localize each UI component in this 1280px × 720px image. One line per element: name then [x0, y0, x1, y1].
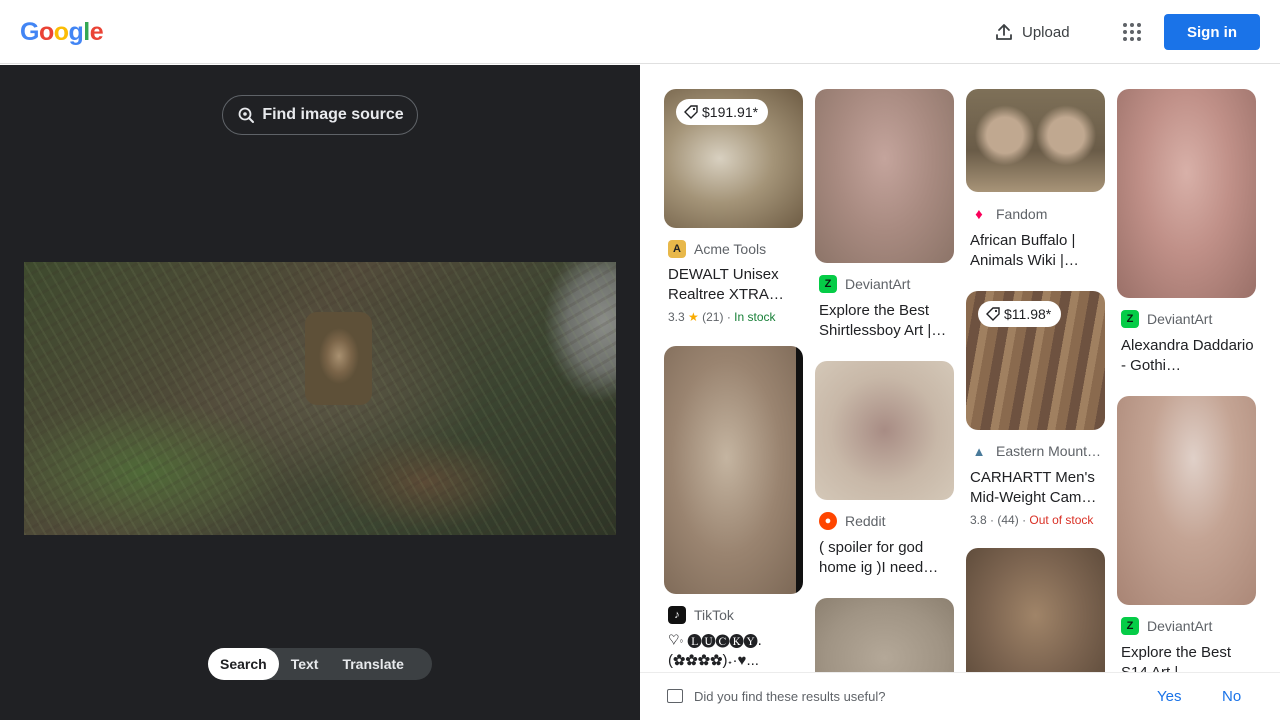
result-thumbnail[interactable]: $11.98*	[966, 291, 1105, 430]
result-title[interactable]: Explore the Best Shirtlessboy Art |…	[819, 301, 953, 341]
deviantart-favicon: Z	[1121, 617, 1139, 635]
mode-search-tab[interactable]: Search	[208, 648, 279, 680]
find-image-source-button[interactable]: Find image source	[222, 95, 418, 135]
separator-dot: ·	[1022, 513, 1027, 527]
price-badge: $191.91*	[676, 99, 769, 125]
source-name: Eastern Mount…	[996, 443, 1102, 459]
feedback-no-button[interactable]: No	[1222, 688, 1241, 705]
feedback-bar: Did you find these results useful? Yes N…	[640, 672, 1280, 720]
find-image-source-label: Find image source	[262, 106, 404, 123]
upload-label: Upload	[1022, 23, 1070, 41]
price-value: $11.98*	[1004, 306, 1052, 322]
price-value: $191.91*	[702, 104, 759, 120]
rating-value: 3.3	[668, 310, 685, 324]
crop-handle-top-left[interactable]	[305, 312, 324, 331]
result-source[interactable]: Z DeviantArt	[1121, 617, 1212, 635]
source-name: Reddit	[845, 513, 886, 529]
sign-in-button[interactable]: Sign in	[1164, 14, 1260, 50]
acme-tools-favicon: A	[668, 240, 686, 258]
result-title[interactable]: CARHARTT Men's Mid-Weight Cam…	[970, 468, 1104, 508]
source-name: DeviantArt	[1147, 311, 1213, 327]
deviantart-favicon: Z	[1121, 310, 1139, 328]
result-thumbnail[interactable]	[815, 89, 954, 263]
query-image	[24, 262, 616, 535]
price-badge: $11.98*	[978, 301, 1062, 327]
crop-selection-box[interactable]	[305, 312, 372, 405]
result-source[interactable]: ♪ TikTok	[668, 606, 734, 624]
lens-search-icon	[238, 107, 255, 123]
result-source[interactable]: A Acme Tools	[668, 240, 766, 258]
result-title[interactable]: Alexandra Daddario - Gothi…	[1121, 336, 1255, 376]
result-title[interactable]: DEWALT Unisex Realtree XTRA…	[668, 265, 802, 305]
result-rating-stock: 3.3 ★ (21) · In stock	[668, 310, 776, 324]
upload-icon	[996, 24, 1012, 40]
stock-status: Out of stock	[1029, 513, 1094, 527]
result-thumbnail[interactable]	[1117, 89, 1256, 298]
result-title[interactable]: ♡ං 🅛🅤🅒🅚🅨. (✿✿✿✿)˖·♥...	[668, 631, 802, 671]
apps-grid-icon[interactable]	[1114, 14, 1150, 50]
mode-text-tab[interactable]: Text	[279, 648, 331, 680]
result-title[interactable]: ( spoiler for god home ig )I need…	[819, 538, 953, 578]
feedback-icon	[667, 689, 683, 703]
feedback-question: Did you find these results useful?	[694, 689, 886, 704]
separator-dot: ·	[990, 513, 995, 527]
result-thumbnail[interactable]	[815, 598, 954, 672]
result-thumbnail[interactable]	[664, 346, 803, 594]
header: Google Upload Sign in	[0, 0, 1280, 64]
source-name: DeviantArt	[845, 276, 911, 292]
star-icon: ★	[688, 310, 699, 324]
result-thumbnail[interactable]	[815, 361, 954, 500]
feedback-yes-button[interactable]: Yes	[1157, 688, 1181, 705]
result-source[interactable]: ▲ Eastern Mount…	[970, 442, 1102, 460]
result-title[interactable]: African Buffalo | Animals Wiki |…	[970, 231, 1104, 271]
deviantart-favicon: Z	[819, 275, 837, 293]
source-name: DeviantArt	[1147, 618, 1213, 634]
crop-handle-bottom-right[interactable]	[353, 386, 372, 405]
stock-status: In stock	[734, 310, 776, 324]
result-thumbnail[interactable]	[1117, 396, 1256, 605]
result-rating-stock: 3.8 · (44) · Out of stock	[970, 513, 1093, 527]
eastern-mountain-favicon: ▲	[972, 443, 986, 459]
result-source[interactable]: Z DeviantArt	[1121, 310, 1212, 328]
results-grid: $191.91* A Acme Tools DEWALT Unisex Real…	[640, 65, 1280, 672]
crop-handle-top-right[interactable]	[353, 312, 372, 331]
result-source[interactable]: ♦ Fandom	[970, 205, 1047, 223]
rating-value: 3.8	[970, 513, 987, 527]
crop-handle-bottom-left[interactable]	[305, 386, 324, 405]
review-count: (44)	[997, 513, 1019, 527]
result-source[interactable]: Z DeviantArt	[819, 275, 910, 293]
source-name: Acme Tools	[694, 241, 767, 257]
result-source[interactable]: ● Reddit	[819, 512, 885, 530]
result-thumbnail[interactable]: $191.91*	[664, 89, 803, 228]
mode-translate-tab[interactable]: Translate	[330, 648, 415, 680]
google-logo[interactable]: Google	[20, 18, 104, 46]
fandom-favicon: ♦	[975, 205, 983, 223]
result-thumbnail[interactable]	[966, 548, 1105, 672]
review-count: (21)	[702, 310, 724, 324]
separator-dot: ·	[726, 310, 731, 324]
query-image-panel: Find image source Search Text Translate	[0, 65, 640, 720]
upload-button[interactable]: Upload	[984, 12, 1080, 52]
source-name: TikTok	[694, 607, 734, 623]
tiktok-favicon: ♪	[668, 606, 686, 624]
source-name: Fandom	[996, 206, 1048, 222]
result-thumbnail[interactable]	[966, 89, 1105, 192]
result-title[interactable]: Explore the Best S14 Art |…	[1121, 643, 1255, 672]
price-tag-icon	[684, 105, 698, 119]
mode-switcher: Search Text Translate	[208, 648, 432, 680]
reddit-favicon: ●	[819, 512, 837, 530]
price-tag-icon	[986, 307, 1000, 321]
